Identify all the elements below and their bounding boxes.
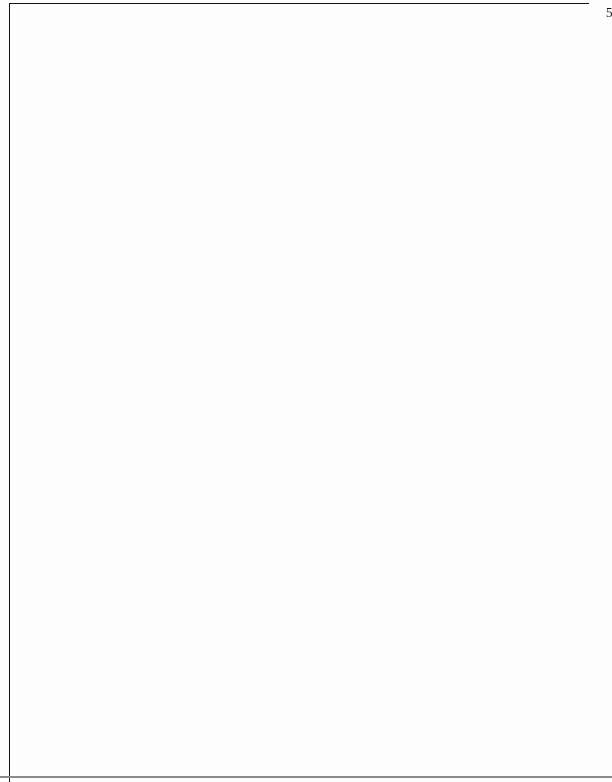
table-body: for_each()Performs an operation for each…: [9, 4, 612, 782]
row-page-number: 555: [9, 4, 612, 782]
algorithm-table: Name Effect Page for_each()Performs an o…: [9, 3, 612, 782]
table-row: none_of()Returns whether none of the ele…: [9, 4, 612, 782]
document-page: Name Effect Page for_each()Performs an o…: [0, 0, 612, 782]
